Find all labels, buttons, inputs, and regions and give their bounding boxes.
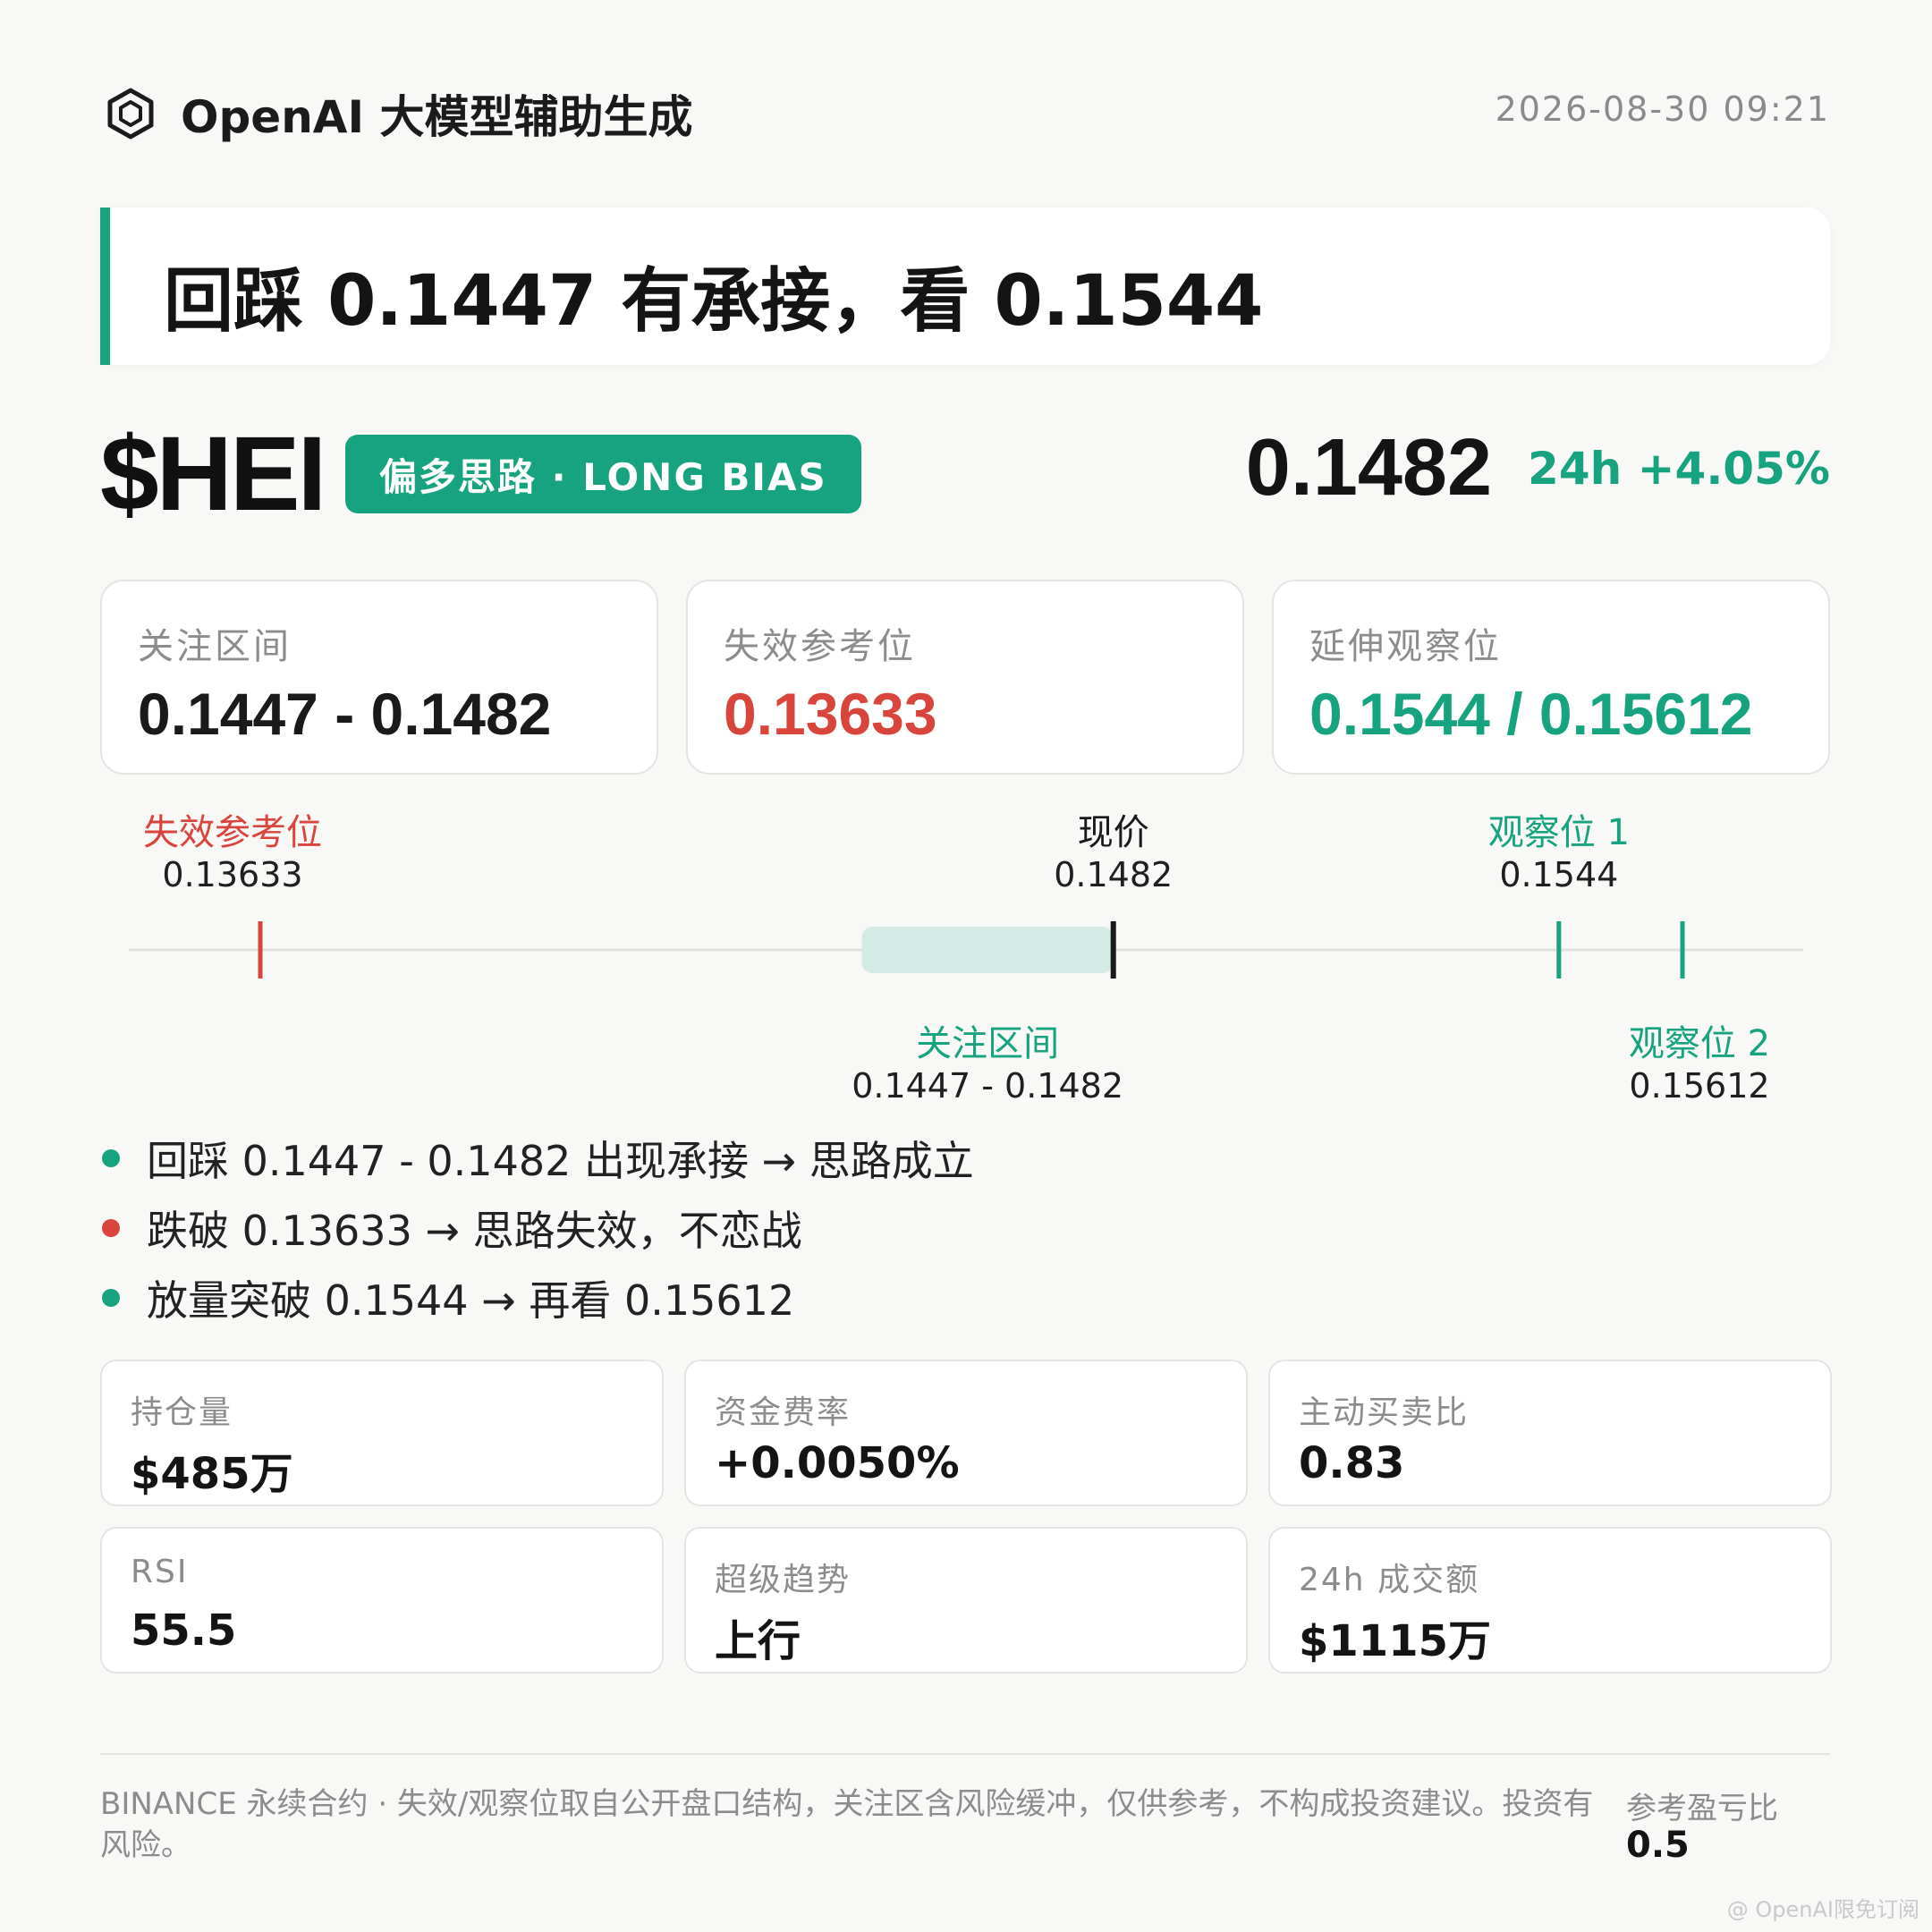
list-item: 放量突破 0.1544 → 再看 0.15612 <box>100 1263 974 1333</box>
scenario-text: 回踩 0.1447 - 0.1482 出现承接 → 思路成立 <box>147 1137 974 1185</box>
metric-label: 24h 成交额 <box>1299 1562 1480 1598</box>
ticker-symbol: $HEI <box>100 415 326 533</box>
level-card-invalidation: 失效参考位 0.13633 <box>686 580 1244 775</box>
target-2-label: 观察位 2 <box>1628 1023 1771 1064</box>
timestamp: 2026-08-30 09:21 <box>1495 89 1830 129</box>
list-item: 回踩 0.1447 - 0.1482 出现承接 → 思路成立 <box>100 1123 974 1193</box>
metric-value: 55.5 <box>131 1606 237 1656</box>
metric-label: 资金费率 <box>715 1394 852 1431</box>
metric-open-interest: 持仓量 $485万 <box>100 1360 664 1506</box>
brand: OpenAI 大模型辅助生成 <box>104 82 693 145</box>
scenario-text: 跌破 0.13633 → 思路失效，不恋战 <box>147 1207 802 1255</box>
invalidation-label: 失效参考位 <box>143 812 322 853</box>
level-value: 0.13633 <box>724 681 937 747</box>
metric-value: 0.83 <box>1299 1438 1405 1488</box>
level-card-focus-zone: 关注区间 0.1447 - 0.1482 <box>100 580 658 775</box>
current-price-value: 0.1482 <box>1054 855 1174 894</box>
metric-value: $1115万 <box>1299 1616 1491 1666</box>
headline-card: 回踩 0.1447 有承接，看 0.1544 <box>100 208 1830 365</box>
headline-text: 回踩 0.1447 有承接，看 0.1544 <box>164 261 1264 342</box>
scenario-list: 回踩 0.1447 - 0.1482 出现承接 → 思路成立 跌破 0.1363… <box>100 1123 974 1333</box>
current-price-label: 现价 <box>1077 812 1149 853</box>
focus-zone-value: 0.1447 - 0.1482 <box>852 1066 1123 1106</box>
metric-label: RSI <box>131 1554 189 1590</box>
scenario-text: 放量突破 0.1544 → 再看 0.15612 <box>147 1276 795 1325</box>
watermark: @ OpenAI限免订阅 <box>1726 1897 1919 1922</box>
metric-value: $485万 <box>131 1449 293 1499</box>
target-2-value: 0.15612 <box>1629 1066 1770 1106</box>
price-change-24h: 24h +4.05% <box>1528 442 1830 495</box>
price-block: 0.1482 24h +4.05% <box>1246 422 1830 514</box>
metric-label: 主动买卖比 <box>1299 1394 1470 1431</box>
level-label: 关注区间 <box>138 626 292 667</box>
target-1-label: 观察位 1 <box>1487 812 1630 853</box>
brand-name: OpenAI 大模型辅助生成 <box>181 91 693 143</box>
metric-value: 上行 <box>715 1616 801 1666</box>
level-value: 0.1544 / 0.15612 <box>1309 681 1753 747</box>
disclaimer: BINANCE 永续合约 · 失效/观察位取自公开盘口结构，关注区含风险缓冲，仅… <box>100 1786 1594 1863</box>
focus-zone-label: 关注区间 <box>916 1023 1060 1064</box>
focus-zone-band <box>861 927 1114 973</box>
bias-badge: 偏多思路 · LONG BIAS <box>345 435 861 513</box>
metric-label: 超级趋势 <box>715 1562 852 1598</box>
metric-supertrend: 超级趋势 上行 <box>684 1527 1248 1674</box>
hexagon-logo-icon <box>107 88 154 140</box>
current-price: 0.1482 <box>1245 423 1493 513</box>
risk-reward-value: 0.5 <box>1626 1825 1690 1866</box>
metric-value: +0.0050% <box>715 1438 960 1488</box>
risk-reward-label: 参考盈亏比 <box>1626 1791 1778 1826</box>
metric-label: 持仓量 <box>131 1394 233 1431</box>
metric-funding-rate: 资金费率 +0.0050% <box>684 1360 1248 1506</box>
list-item: 跌破 0.13633 → 思路失效，不恋战 <box>100 1193 974 1263</box>
green-dot-icon <box>102 1289 120 1307</box>
invalidation-value: 0.13633 <box>162 855 303 894</box>
green-dot-icon <box>102 1149 120 1167</box>
level-label: 失效参考位 <box>724 626 916 667</box>
target-1-value: 0.1544 <box>1499 855 1619 894</box>
metric-taker-ratio: 主动买卖比 0.83 <box>1268 1360 1832 1506</box>
metric-volume-24h: 24h 成交额 $1115万 <box>1268 1527 1832 1674</box>
footer-divider <box>100 1753 1830 1755</box>
red-dot-icon <box>102 1219 120 1237</box>
level-label: 延伸观察位 <box>1309 626 1502 667</box>
level-card-targets: 延伸观察位 0.1544 / 0.15612 <box>1272 580 1830 775</box>
level-value: 0.1447 - 0.1482 <box>138 681 552 747</box>
metric-rsi: RSI 55.5 <box>100 1527 664 1674</box>
